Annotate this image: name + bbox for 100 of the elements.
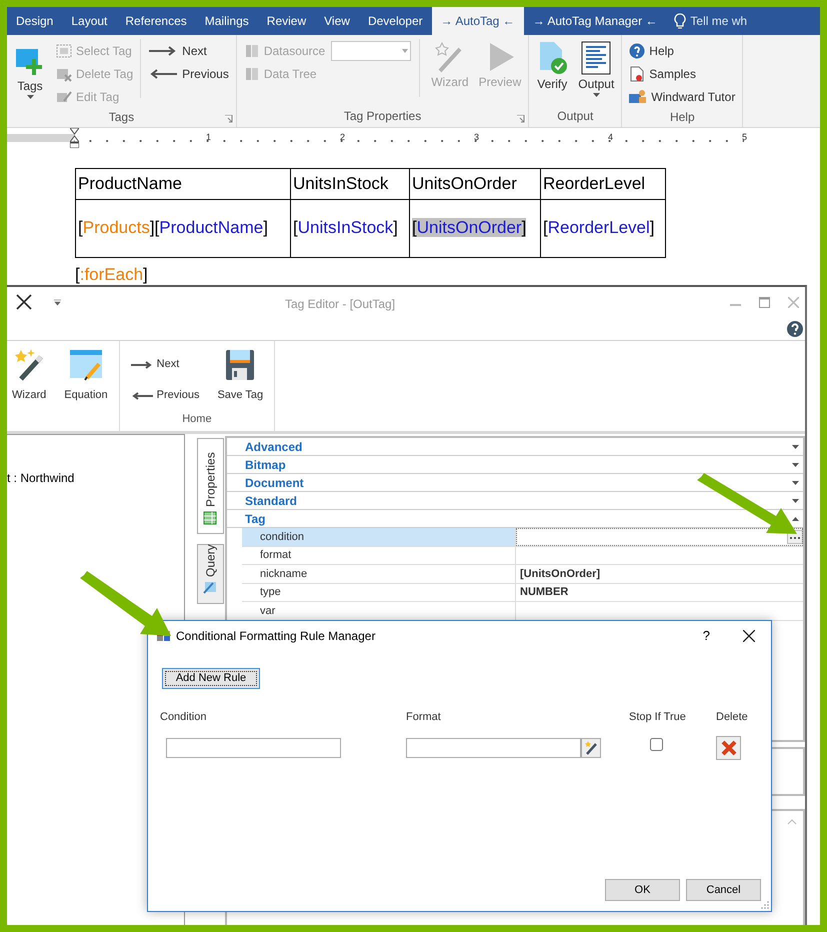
stop-if-true-checkbox[interactable] [650,738,663,752]
ribbon-tab[interactable]: → AutoTag Manager ← [524,7,666,35]
data-tree-icon [244,66,260,82]
expand-icon [792,444,799,448]
ribbon-button[interactable]: Windward Tutor [626,85,738,108]
column-header: Condition [160,710,208,725]
category-label: Tag [245,510,266,528]
add-rule-button[interactable]: Add New Rule [162,668,260,689]
format-field[interactable] [406,738,581,758]
equation-editor-icon [68,349,103,381]
property-name[interactable]: condition [242,528,516,546]
arrow-right-icon [148,46,178,56]
category-label: Advanced [245,438,302,456]
category-label: Document [245,474,304,492]
dialog-title: Conditional Formatting Rule Manager [176,628,376,645]
ruler-number: 3 [474,131,479,144]
table-cell: ReorderLevel [540,168,666,199]
ribbon-tab[interactable]: → AutoTag ← [432,7,524,35]
category-header[interactable]: Advanced [227,438,803,456]
toolbar-button[interactable]: Previous [128,384,202,407]
property-value: NUMBER [520,585,568,600]
caret-icon [400,48,410,54]
ribbon-button[interactable]: Samples [626,62,699,85]
column-header: Stop If True [628,710,687,725]
close-icon[interactable] [16,294,32,310]
property-value: [UnitsOnOrder] [520,566,600,582]
group-label: Tag Properties [342,108,422,125]
expand-icon [792,498,799,502]
column-header: Delete [715,710,749,725]
ruler-number: 1 [206,131,211,144]
toolbar-button[interactable]: Equation [61,347,111,406]
category-header[interactable]: Bitmap [227,456,803,474]
table-cell: UnitsInStock [290,168,410,199]
category-label: Bitmap [245,456,286,474]
property-name[interactable]: type [242,584,516,601]
document-icon [629,66,646,82]
group-label: Home [181,412,213,426]
delete-button[interactable] [716,736,741,760]
toolbar-button[interactable]: Save Tag [214,347,266,406]
ribbon-tab[interactable]: Developer [358,7,432,35]
property-name[interactable]: format [242,546,516,564]
help-button[interactable]: ? [702,626,710,646]
lightbulb-icon [674,13,686,29]
dropdown-icon [54,298,61,306]
dialog-button[interactable]: Cancel [686,879,761,901]
tag-text: [:forEach] [75,264,148,286]
ribbon-button[interactable]: Help [626,39,677,62]
ribbon-tab[interactable]: Review [258,7,316,35]
collapse-icon [792,516,799,520]
help-icon[interactable] [787,320,803,336]
ribbon-button[interactable]: Verify [533,39,572,107]
expand-icon [792,480,799,484]
caret-icon [592,93,600,97]
ribbon-button[interactable]: Previous [145,62,232,85]
resize-grip-icon [761,901,769,909]
table-cell: UnitsOnOrder [410,168,540,199]
ruler-number: 4 [608,131,613,144]
magic-wand-icon [13,349,46,381]
ribbon-tab[interactable]: References [116,7,196,35]
maximize-icon[interactable] [759,296,770,308]
select-icon [56,42,72,58]
ruler-number: 5 [742,131,747,144]
group-label: Output [556,108,594,125]
group-label: Tags [108,109,136,126]
dialog-launcher-icon[interactable] [224,115,233,123]
group-label: Help [668,109,696,126]
document-lines-icon [580,41,612,75]
toolbar-button[interactable]: Wizard [9,347,50,406]
ribbon-tab[interactable]: View [315,7,359,35]
magic-wand-icon[interactable] [581,738,601,758]
ruler-number: 2 [340,131,345,144]
delete-icon [720,740,736,756]
table-cell[interactable]: [UnitsOnOrder] [412,218,526,238]
ribbon-tab[interactable]: Design [7,7,62,35]
expand-icon [792,462,799,466]
condition-field[interactable] [166,738,341,758]
dialog-button[interactable]: OK [605,879,680,901]
ribbon-button[interactable]: Next [145,39,210,62]
side-tab[interactable]: Properties [197,438,224,534]
toolbar-button[interactable]: Next [128,353,202,376]
tell-me-text[interactable]: Tell me wh [690,12,748,30]
database-icon [244,42,260,58]
arrow-right-icon [130,360,153,368]
ribbon-tab[interactable]: Layout [62,7,116,35]
window-title: Tag Editor - [OutTag] [285,296,396,313]
ribbon-button[interactable]: Output [575,39,618,107]
arrow-left-icon [130,392,153,400]
help-icon [629,42,646,58]
property-name[interactable]: nickname [242,565,516,582]
column-header: Format [406,710,442,725]
ribbon-button[interactable]: Tags [11,39,49,108]
arrow-left-icon [148,68,178,78]
close-icon[interactable] [743,630,755,642]
person-computer-icon [629,88,648,104]
combo-box[interactable] [331,40,412,60]
ribbon-tab[interactable]: Mailings [196,7,258,35]
side-tab[interactable]: Query [197,544,224,604]
dialog-launcher-icon[interactable] [517,115,526,123]
save-icon [225,349,256,381]
table-cell: ProductName [76,168,290,199]
